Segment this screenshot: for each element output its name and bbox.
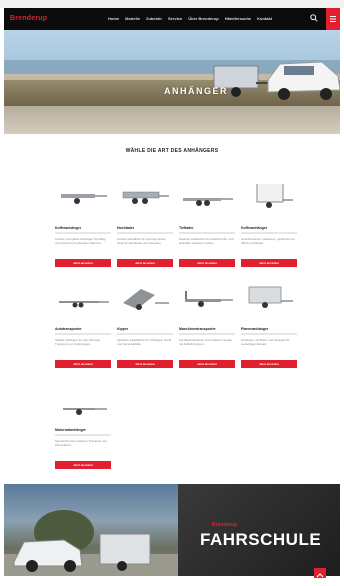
card-description: Kippbare Ladefläche für Schüttgut, Sand … bbox=[117, 337, 172, 346]
view-button[interactable]: Jetzt ansehen bbox=[55, 258, 111, 267]
trailer-image[interactable] bbox=[179, 285, 235, 325]
nav-item-about[interactable]: Über Brenderup bbox=[188, 16, 218, 21]
card-title: Tieflader bbox=[179, 226, 194, 230]
card-title: Planenanhänger bbox=[241, 327, 269, 331]
view-button[interactable]: Jetzt ansehen bbox=[241, 258, 297, 267]
nav-item-service[interactable]: Service bbox=[168, 16, 182, 21]
card-description: Für Baumaschinen und schwere Geräte mit … bbox=[179, 337, 233, 346]
flatbed-trailer-icon bbox=[61, 194, 107, 204]
view-button[interactable]: Jetzt ansehen bbox=[55, 460, 111, 469]
high-bed-trailer-icon bbox=[122, 191, 169, 204]
card-description: Niedrige Ladehöhe für einfaches Be- und … bbox=[179, 236, 234, 245]
nav-item-zubehor[interactable]: Zubehör bbox=[146, 16, 162, 21]
trailer-image[interactable] bbox=[241, 285, 297, 325]
card-description: Leichte, kompakte Anhänger für Alltag un… bbox=[55, 236, 106, 245]
trailer-image[interactable] bbox=[55, 184, 111, 224]
trailer-card: Kofferanhänger Leichte, kompakte Anhänge… bbox=[55, 184, 111, 267]
view-button[interactable]: Jetzt ansehen bbox=[179, 359, 235, 368]
divider bbox=[117, 333, 173, 335]
view-button[interactable]: Jetzt ansehen bbox=[55, 359, 111, 368]
van-with-trailer-image bbox=[4, 510, 178, 576]
low-bed-trailer-icon bbox=[183, 198, 233, 206]
card-description: Speziell für den sicheren Transport von … bbox=[55, 438, 108, 447]
scroll-top-button[interactable] bbox=[314, 568, 326, 578]
view-button[interactable]: Jetzt ansehen bbox=[179, 258, 235, 267]
nav-item-dealers[interactable]: Händlersuche bbox=[225, 16, 251, 21]
car-transporter-icon bbox=[59, 301, 109, 308]
card-description: Stabile Anhänger für den sicheren Transp… bbox=[55, 337, 101, 346]
search-icon[interactable] bbox=[310, 14, 318, 22]
banner-logo: Brenderup bbox=[212, 522, 238, 528]
nav-item-contact[interactable]: Kontakt bbox=[257, 16, 272, 21]
motorcycle-trailer-icon bbox=[63, 408, 107, 415]
view-button[interactable]: Jetzt ansehen bbox=[241, 359, 297, 368]
trailer-image[interactable] bbox=[241, 175, 297, 224]
trailer-card: Motorradanhänger Speziell für den sicher… bbox=[55, 396, 111, 469]
trailer-card: Hochlader Große Ladefläche für sperrige … bbox=[117, 184, 173, 267]
trailer-card: Planenanhänger Anhänger mit Plane und Sp… bbox=[241, 285, 297, 368]
view-button[interactable]: Jetzt ansehen bbox=[117, 258, 173, 267]
car-with-trailer-image bbox=[213, 61, 340, 100]
card-title: Kipper bbox=[117, 327, 129, 331]
divider bbox=[55, 434, 111, 436]
divider bbox=[55, 232, 111, 234]
machine-transporter-icon bbox=[185, 291, 233, 307]
canvas-trailer-icon bbox=[248, 286, 293, 308]
divider bbox=[179, 333, 235, 335]
divider bbox=[55, 333, 111, 335]
card-title: Hochlader bbox=[117, 226, 135, 230]
card-title: Autotransporter bbox=[55, 327, 82, 331]
trailer-card: Kipper Kippbare Ladefläche für Schüttgut… bbox=[117, 285, 173, 368]
card-title: Motorradanhänger bbox=[55, 428, 86, 432]
trailer-image[interactable] bbox=[117, 184, 173, 224]
nav-item-home[interactable]: Home bbox=[108, 16, 119, 21]
brand-logo[interactable]: Brenderup bbox=[10, 15, 47, 22]
top-utility-bar bbox=[0, 0, 344, 8]
hero-road bbox=[4, 106, 340, 134]
card-title: Kofferanhänger bbox=[55, 226, 82, 230]
trailer-card: Tieflader Niedrige Ladehöhe für einfache… bbox=[179, 184, 235, 267]
trailer-card: Kofferanhänger Geschlossener Laderaum, g… bbox=[241, 175, 297, 267]
trailer-image[interactable] bbox=[55, 396, 111, 426]
nav-item-modelle[interactable]: Modelle bbox=[125, 16, 140, 21]
main-navbar: Brenderup Home Modelle Zubehör Service Ü… bbox=[4, 8, 340, 30]
divider bbox=[117, 232, 173, 234]
box-trailer-icon bbox=[256, 175, 293, 208]
divider bbox=[179, 232, 235, 234]
view-button[interactable]: Jetzt ansehen bbox=[117, 359, 173, 368]
chevron-up-icon bbox=[316, 573, 324, 578]
tipper-trailer-icon bbox=[123, 289, 169, 310]
card-description: Geschlossener Laderaum, geschützt vor Wi… bbox=[241, 236, 295, 245]
trailer-card: Maschinentransporter Für Baumaschinen un… bbox=[179, 285, 235, 368]
hero-title: ANHÄNGER bbox=[164, 86, 229, 96]
section-title: WÄHLE DIE ART DES ANHÄNGERS bbox=[125, 148, 219, 154]
menu-icon bbox=[330, 16, 336, 22]
divider bbox=[241, 333, 297, 335]
card-description: Anhänger mit Plane und Spriegel für viel… bbox=[241, 337, 290, 346]
hero-banner: ANHÄNGER bbox=[4, 30, 340, 134]
trailer-card: Autotransporter Stabile Anhänger für den… bbox=[55, 285, 111, 368]
banner-title: FAHRSCHULE bbox=[200, 530, 322, 549]
trailer-image[interactable] bbox=[117, 285, 173, 325]
trailer-image[interactable] bbox=[55, 285, 111, 325]
trailer-image[interactable] bbox=[179, 184, 235, 224]
card-title: Maschinentransporter bbox=[179, 327, 216, 331]
banner-photo bbox=[4, 484, 178, 576]
card-description: Große Ladefläche für sperrige Güter, ide… bbox=[117, 236, 167, 245]
divider bbox=[241, 232, 297, 234]
nav-menu: Home Modelle Zubehör Service Über Brende… bbox=[108, 16, 272, 21]
menu-button[interactable] bbox=[326, 8, 340, 30]
card-title: Kofferanhänger bbox=[241, 226, 268, 230]
